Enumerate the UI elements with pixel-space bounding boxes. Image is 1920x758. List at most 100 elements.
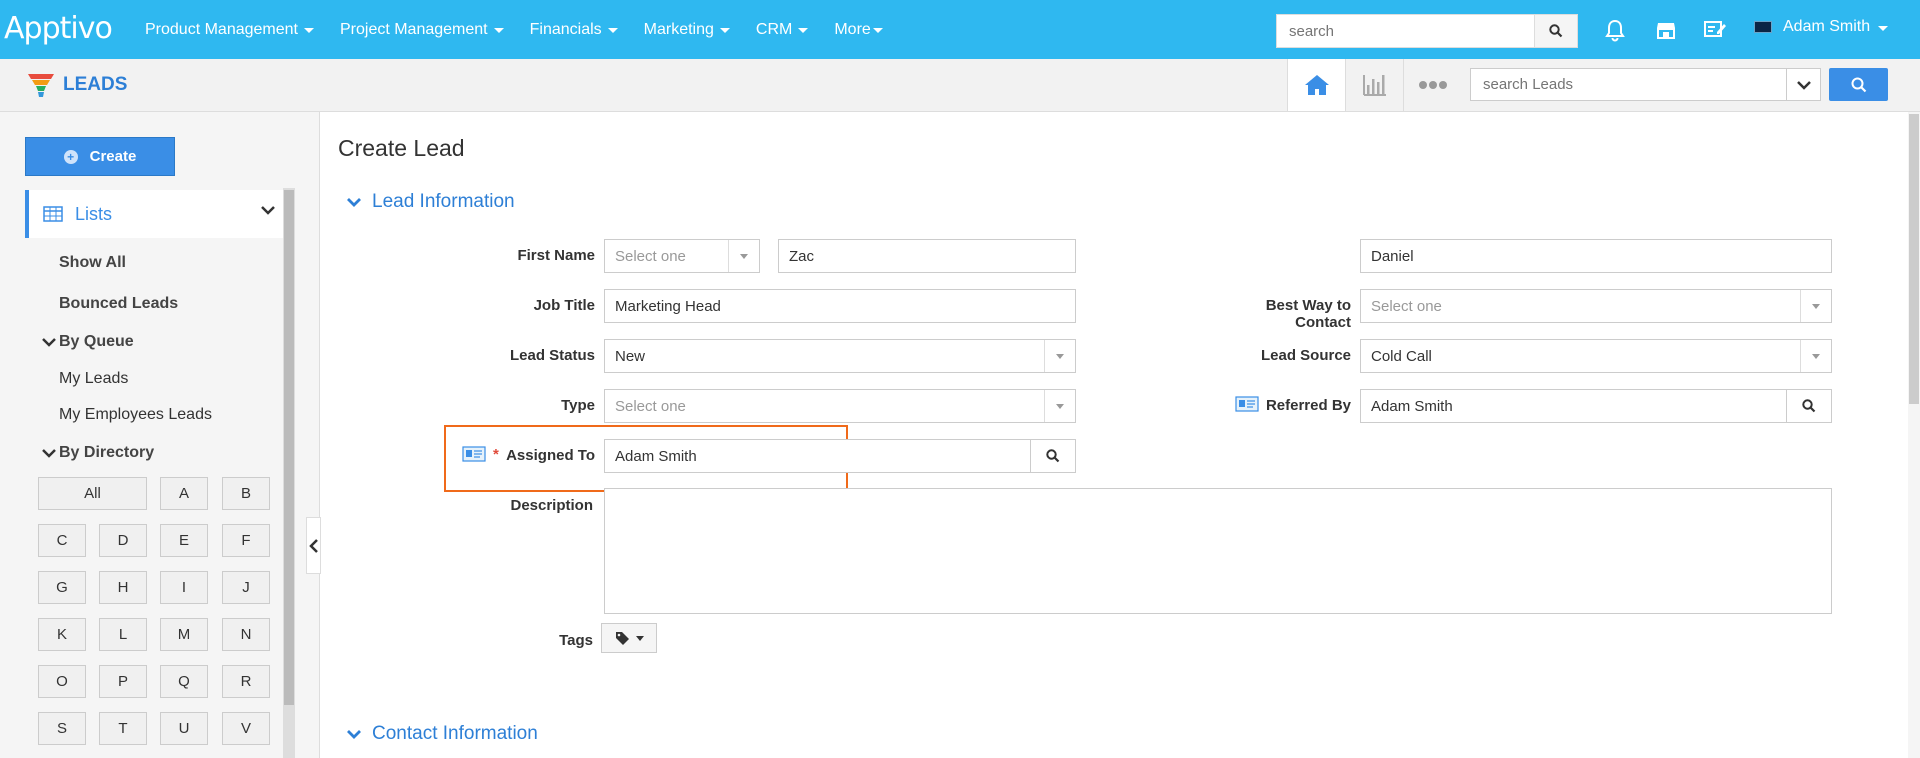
- funnel-icon: [28, 74, 54, 97]
- first-name-input[interactable]: Zac: [778, 239, 1076, 273]
- leads-search-button[interactable]: [1829, 68, 1888, 101]
- type-select[interactable]: Select one: [604, 389, 1076, 423]
- leads-search-input[interactable]: [1471, 69, 1786, 100]
- feedback-button[interactable]: [1701, 16, 1729, 44]
- directory-letter-q[interactable]: Q: [160, 665, 208, 698]
- top-navbar: Apptivo Product Management Project Manag…: [0, 0, 1920, 59]
- main-content: Create Lead Lead Information First Name …: [321, 112, 1920, 758]
- main-scrollbar[interactable]: [1908, 112, 1920, 758]
- directory-letter-r[interactable]: R: [222, 665, 270, 698]
- sidebar-collapse-button[interactable]: [306, 517, 321, 574]
- nav-financials[interactable]: Financials: [530, 21, 618, 39]
- nav-more[interactable]: More: [834, 21, 883, 39]
- salutation-select[interactable]: Select one: [604, 239, 760, 273]
- sidebar-scrollbar[interactable]: [283, 188, 295, 758]
- global-search-input[interactable]: [1276, 14, 1535, 48]
- main-scroll-thumb[interactable]: [1909, 114, 1919, 404]
- directory-letter-o[interactable]: O: [38, 665, 86, 698]
- chevron-down-icon: [42, 338, 56, 347]
- tab-home[interactable]: [1287, 59, 1345, 111]
- directory-letter-g[interactable]: G: [38, 571, 86, 604]
- directory-letter-l[interactable]: L: [99, 618, 147, 651]
- nav-product-management[interactable]: Product Management: [145, 21, 314, 39]
- user-menu[interactable]: Adam Smith: [1754, 18, 1889, 36]
- app-store-button[interactable]: [1652, 16, 1680, 44]
- sidebar-item-show-all[interactable]: Show All: [59, 254, 126, 272]
- global-search: [1276, 14, 1578, 48]
- chevron-down-icon: [347, 198, 361, 207]
- referred-by-input[interactable]: Adam Smith: [1360, 389, 1832, 423]
- directory-letter-all[interactable]: All: [38, 477, 147, 510]
- home-icon: [1304, 75, 1329, 95]
- apptivo-logo[interactable]: Apptivo: [4, 11, 113, 46]
- directory-letter-u[interactable]: U: [160, 712, 208, 745]
- lead-source-select[interactable]: Cold Call: [1360, 339, 1832, 373]
- bell-icon: [1605, 19, 1625, 42]
- notifications-button[interactable]: [1601, 16, 1629, 44]
- sidebar-item-my-leads[interactable]: My Leads: [59, 370, 128, 388]
- assigned-to-input[interactable]: Adam Smith: [604, 439, 1076, 473]
- bar-chart-icon: [1362, 75, 1386, 96]
- section-lead-information[interactable]: Lead Information: [346, 191, 515, 213]
- directory-letter-e[interactable]: E: [160, 524, 208, 557]
- create-button[interactable]: + Create: [25, 137, 175, 176]
- assigned-to-search-button[interactable]: [1030, 440, 1075, 472]
- referred-by-search-button[interactable]: [1786, 390, 1831, 422]
- triangle-down-icon: [1056, 403, 1064, 409]
- caret-down-icon: [872, 28, 883, 33]
- tags-label: Tags: [559, 632, 593, 649]
- directory-letter-j[interactable]: J: [222, 571, 270, 604]
- assigned-to-label: Assigned To: [506, 447, 595, 464]
- triangle-down-icon: [1812, 303, 1820, 309]
- contact-card-icon[interactable]: [462, 446, 486, 462]
- tag-icon: [615, 632, 629, 645]
- directory-letter-s[interactable]: S: [38, 712, 86, 745]
- nav-crm[interactable]: CRM: [756, 21, 809, 39]
- sidebar-section-by-queue[interactable]: By Queue: [42, 333, 134, 351]
- first-name-label: First Name: [517, 247, 595, 264]
- last-name-input[interactable]: Daniel: [1360, 239, 1832, 273]
- lead-status-label: Lead Status: [509, 347, 595, 364]
- sidebar-scroll-thumb[interactable]: [284, 190, 294, 705]
- best-way-to-contact-select[interactable]: Select one: [1360, 289, 1832, 323]
- search-icon: [1851, 77, 1866, 92]
- job-title-input[interactable]: Marketing Head: [604, 289, 1076, 323]
- global-search-button[interactable]: [1535, 14, 1578, 48]
- directory-letter-v[interactable]: V: [222, 712, 270, 745]
- lead-source-label: Lead Source: [1260, 347, 1351, 364]
- leads-search-dropdown[interactable]: [1786, 69, 1820, 100]
- description-textarea[interactable]: [604, 488, 1832, 614]
- sidebar-item-my-employees-leads[interactable]: My Employees Leads: [59, 406, 212, 424]
- chevron-down-icon: [1796, 80, 1811, 90]
- main-nav: Product Management Project Management Fi…: [145, 0, 909, 59]
- directory-letter-p[interactable]: P: [99, 665, 147, 698]
- directory-letter-b[interactable]: B: [222, 477, 270, 510]
- lead-status-select[interactable]: New: [604, 339, 1076, 373]
- directory-letter-c[interactable]: C: [38, 524, 86, 557]
- lists-header[interactable]: Lists: [25, 190, 283, 238]
- directory-letter-f[interactable]: F: [222, 524, 270, 557]
- nav-marketing[interactable]: Marketing: [644, 21, 730, 39]
- sidebar-item-bounced-leads[interactable]: Bounced Leads: [59, 295, 178, 313]
- user-avatar: [1754, 21, 1772, 33]
- plus-circle-icon: +: [63, 149, 78, 164]
- directory-letter-a[interactable]: A: [160, 477, 208, 510]
- directory-letter-t[interactable]: T: [99, 712, 147, 745]
- search-icon: [1549, 24, 1563, 38]
- sidebar-section-by-directory[interactable]: By Directory: [42, 444, 154, 462]
- section-contact-information[interactable]: Contact Information: [346, 723, 538, 745]
- tab-reports[interactable]: [1345, 59, 1403, 111]
- directory-letter-n[interactable]: N: [222, 618, 270, 651]
- triangle-down-icon: [1056, 353, 1064, 359]
- lead-source-dropdown-arrow: [1800, 340, 1831, 372]
- nav-project-management[interactable]: Project Management: [340, 21, 504, 39]
- app-title[interactable]: LEADS: [27, 71, 127, 99]
- directory-letter-i[interactable]: I: [160, 571, 208, 604]
- directory-letter-d[interactable]: D: [99, 524, 147, 557]
- tags-button[interactable]: [601, 623, 657, 653]
- directory-letter-h[interactable]: H: [99, 571, 147, 604]
- directory-letter-m[interactable]: M: [160, 618, 208, 651]
- directory-letter-k[interactable]: K: [38, 618, 86, 651]
- tab-more-options[interactable]: [1403, 59, 1461, 111]
- caret-down-icon: [798, 28, 809, 33]
